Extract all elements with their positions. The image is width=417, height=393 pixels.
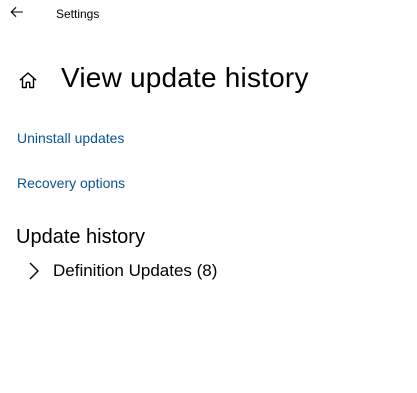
- title-bar: Settings: [0, 0, 417, 32]
- page-title: View update history: [61, 62, 309, 93]
- window-title: Settings: [56, 7, 100, 21]
- back-button[interactable]: [6, 3, 28, 25]
- recovery-options-link[interactable]: Recovery options: [17, 175, 125, 191]
- chevron-right-icon: [26, 261, 42, 281]
- category-definition-updates[interactable]: Definition Updates (8): [26, 258, 217, 284]
- back-arrow-icon: [10, 5, 24, 23]
- update-history-heading: Update history: [16, 226, 145, 248]
- category-label: Definition Updates (8): [53, 261, 218, 280]
- uninstall-updates-link[interactable]: Uninstall updates: [17, 130, 124, 146]
- home-icon: [16, 68, 40, 92]
- page-header: View update history: [16, 58, 309, 98]
